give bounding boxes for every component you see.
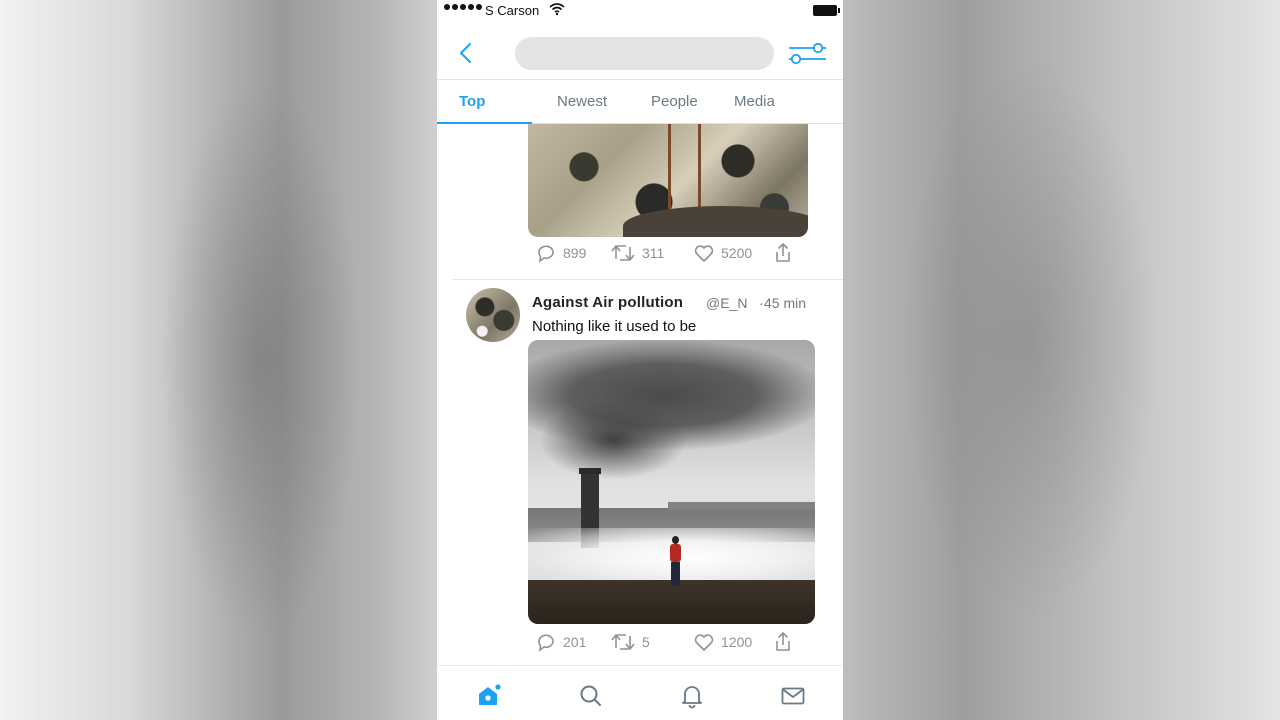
retweet-button[interactable]: 5 (610, 631, 650, 653)
tweet-image[interactable] (528, 124, 808, 237)
tab-top[interactable]: Top (459, 93, 485, 110)
avatar[interactable] (466, 288, 520, 342)
carrier-name: S Carson (485, 3, 540, 18)
wifi-icon (549, 3, 565, 16)
bottom-tab-bar (437, 665, 843, 720)
tab-newest[interactable]: Newest (557, 93, 607, 110)
bell-icon[interactable] (679, 683, 705, 709)
battery-icon (813, 5, 840, 16)
share-icon (776, 632, 790, 651)
signal-strength-icon (444, 4, 482, 10)
retweet-count: 5 (642, 634, 650, 650)
tweet-divider (452, 279, 843, 280)
filter-sliders-icon[interactable] (787, 40, 827, 68)
retweet-icon (611, 634, 635, 650)
like-count: 1200 (721, 634, 753, 650)
reply-count: 201 (563, 634, 587, 650)
home-icon[interactable] (476, 683, 502, 709)
search-icon[interactable] (578, 683, 604, 709)
like-button[interactable]: 1200 (693, 631, 752, 653)
tweet-author-name[interactable]: Against Air pollution (532, 294, 683, 311)
heart-icon (694, 634, 714, 651)
reply-button[interactable]: 899 (535, 242, 586, 264)
like-count: 5200 (721, 245, 753, 261)
retweet-button[interactable]: 311 (610, 242, 664, 264)
share-button[interactable] (772, 242, 794, 264)
retweet-icon (611, 245, 635, 261)
back-chevron-icon[interactable] (453, 40, 479, 66)
retweet-count: 311 (642, 245, 665, 261)
tweet-timestamp: 45 min (764, 295, 807, 311)
tab-people[interactable]: People (651, 93, 698, 110)
share-button[interactable] (772, 631, 794, 653)
status-bar: S Carson (437, 0, 843, 22)
reply-count: 899 (563, 245, 587, 261)
phone-screen: S Carson Top Newest People Media 899 311… (437, 0, 843, 720)
reply-icon (538, 245, 554, 263)
tweet-text: Nothing like it used to be (532, 318, 697, 335)
tweet-actions: 899 311 5200 (535, 242, 835, 264)
search-tabs: Top Newest People Media (437, 80, 843, 124)
reply-icon (538, 634, 554, 652)
like-button[interactable]: 5200 (693, 242, 752, 264)
heart-icon (694, 245, 714, 262)
share-icon (776, 243, 790, 262)
mail-icon[interactable] (780, 683, 806, 709)
tab-media[interactable]: Media (734, 93, 775, 110)
tweet-separator-dot: · (759, 295, 764, 311)
tweet-author-handle[interactable]: @E_N (706, 295, 747, 311)
background-blur-right (900, 60, 1160, 620)
search-input[interactable] (515, 37, 774, 70)
tweet-image[interactable] (528, 340, 815, 624)
background-blur-left (160, 80, 360, 640)
tweet-feed[interactable]: 899 311 5200 Against Air pollution @E_N … (437, 124, 843, 665)
tweet-actions: 201 5 1200 (535, 631, 835, 653)
reply-button[interactable]: 201 (535, 631, 586, 653)
